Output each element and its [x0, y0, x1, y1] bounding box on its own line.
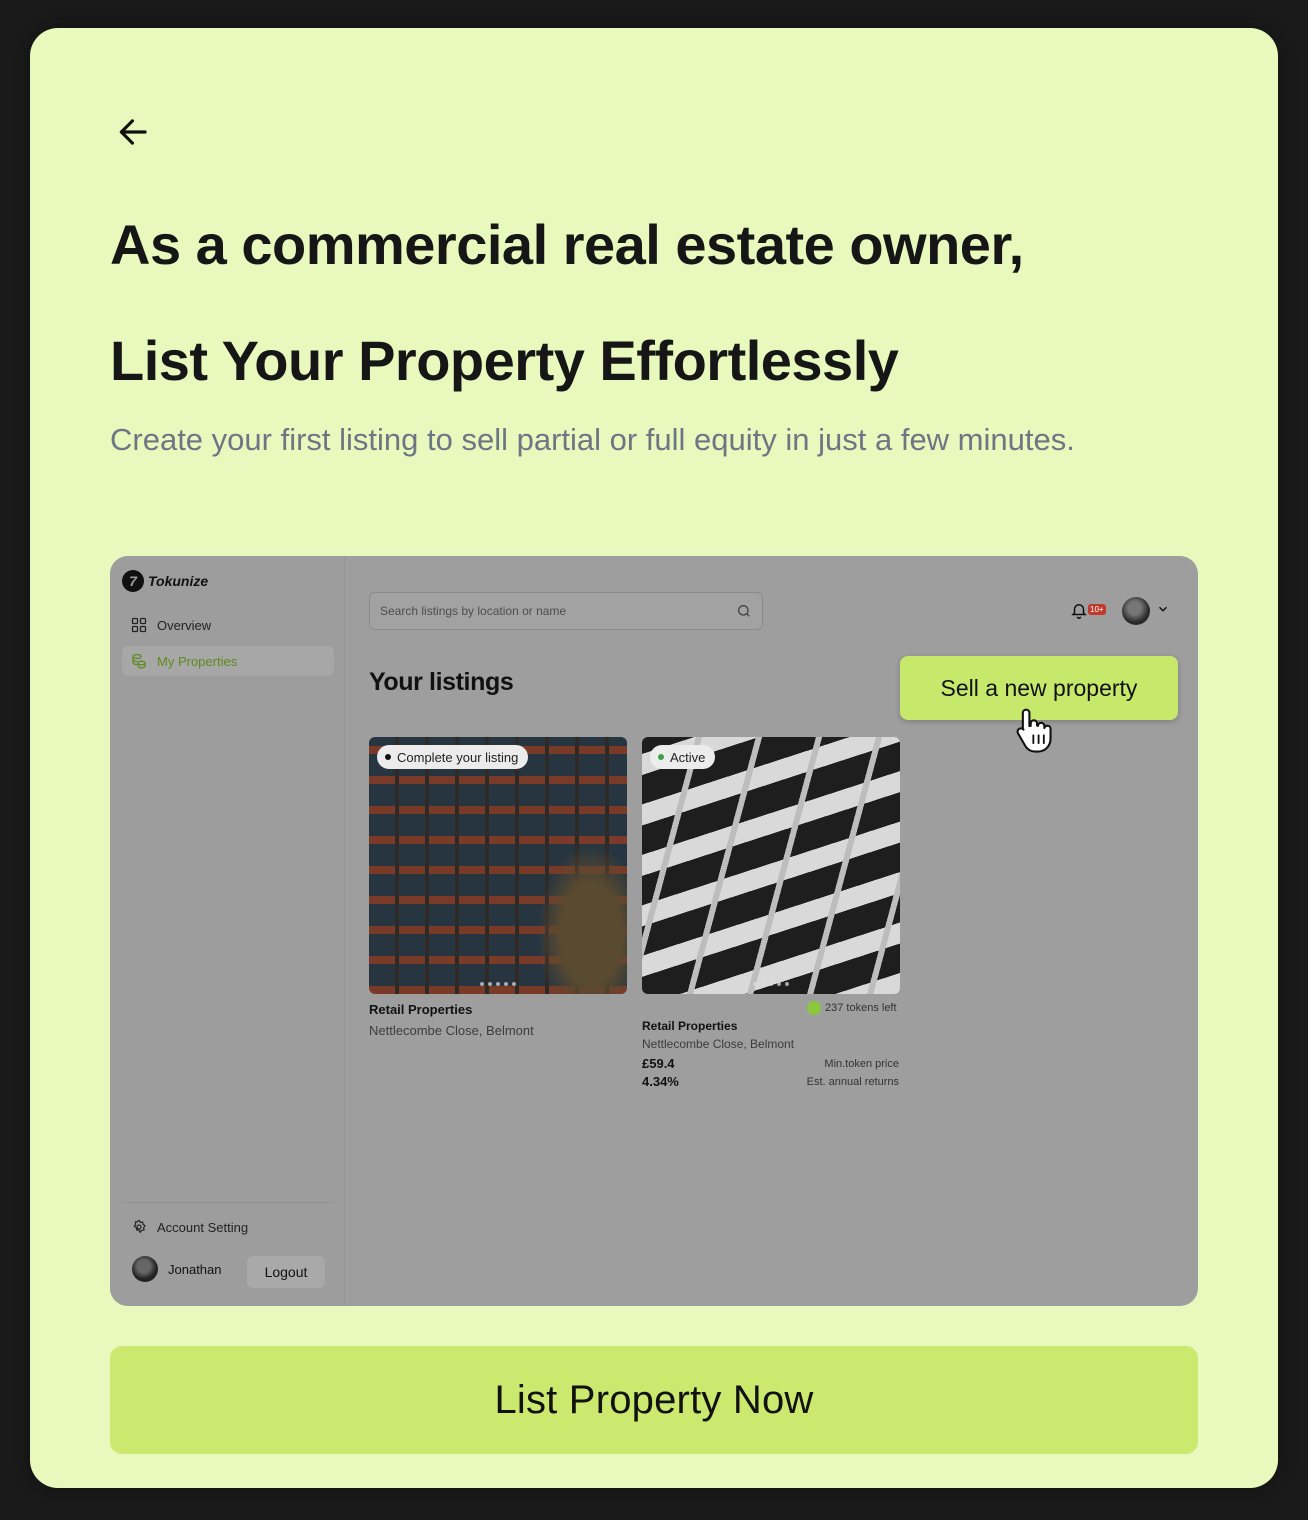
status-dot [385, 754, 391, 760]
sidebar-item-label: My Properties [157, 653, 238, 669]
page-title: Your listings [369, 668, 514, 696]
sidebar-item-label: Account Setting [157, 1219, 249, 1235]
sidebar-item-my-properties[interactable]: My Properties [122, 646, 334, 676]
bell-icon[interactable] [1070, 600, 1088, 620]
listing-photo[interactable]: Complete your listing [369, 737, 627, 994]
brand-name: Tokunize [148, 573, 209, 589]
chevron-down-icon[interactable] [1156, 602, 1170, 616]
grid-icon [131, 617, 147, 633]
status-label: Active [670, 749, 706, 765]
search-placeholder: Search listings by location or name [380, 604, 567, 618]
carousel-dots[interactable] [753, 982, 789, 986]
user-profile: Jonathan [132, 1256, 222, 1282]
listing-address: Nettlecombe Close, Belmont [642, 1037, 795, 1051]
listing-title: Retail Properties [642, 1019, 738, 1033]
brand-logo: 7 Tokunize [122, 570, 208, 592]
arrow-left-icon [119, 119, 147, 145]
gear-icon [133, 1219, 146, 1234]
sidebar-item-label: Overview [157, 617, 212, 633]
token-price: £59.4 [642, 1056, 675, 1071]
headline-line2: List Your Property Effortlessly [110, 329, 899, 392]
status-label: Complete your listing [397, 749, 519, 765]
user-name: Jonathan [168, 1261, 222, 1277]
sidebar-divider [122, 1202, 334, 1203]
token-coin-icon [807, 1001, 821, 1015]
back-button[interactable] [110, 108, 158, 156]
app-preview: 7 Tokunize Overview My Properties Accoun… [110, 556, 1198, 1306]
search-input[interactable]: Search listings by location or name [369, 592, 763, 630]
listing-address: Nettlecombe Close, Belmont [369, 1023, 534, 1038]
headline-line1: As a commercial real estate owner, [110, 213, 1024, 276]
logo-mark-icon: 7 [122, 570, 144, 592]
hand-cursor-icon [1016, 708, 1052, 753]
sidebar-item-overview[interactable]: Overview [122, 610, 334, 640]
notification-badge: 10+ [1088, 604, 1106, 615]
search-icon [738, 605, 750, 617]
listing-title: Retail Properties [369, 1002, 473, 1017]
avatar [132, 1256, 158, 1282]
subtitle: Create your first listing to sell partia… [110, 422, 1075, 457]
logout-button[interactable]: Logout [247, 1256, 325, 1288]
list-property-now-button[interactable]: List Property Now [110, 1346, 1198, 1454]
status-dot [658, 754, 664, 760]
status-badge: Active [650, 745, 716, 769]
listing-photo[interactable]: Active [642, 737, 900, 994]
avatar[interactable] [1122, 597, 1150, 625]
tokens-left: 237 tokens left [807, 1001, 897, 1015]
token-price-label: Min.token price [824, 1058, 899, 1070]
onboarding-card: As a commercial real estate owner, List … [30, 28, 1278, 1488]
carousel-dots[interactable] [480, 982, 516, 986]
annual-returns-label: Est. annual returns [806, 1076, 899, 1088]
tokens-left-label: 237 tokens left [825, 1002, 897, 1014]
sidebar-item-account-setting[interactable]: Account Setting [122, 1212, 334, 1242]
coins-icon [132, 653, 146, 669]
preview-sidebar: 7 Tokunize Overview My Properties Accoun… [110, 556, 345, 1306]
status-badge: Complete your listing [377, 745, 529, 769]
annual-returns: 4.34% [642, 1074, 679, 1089]
